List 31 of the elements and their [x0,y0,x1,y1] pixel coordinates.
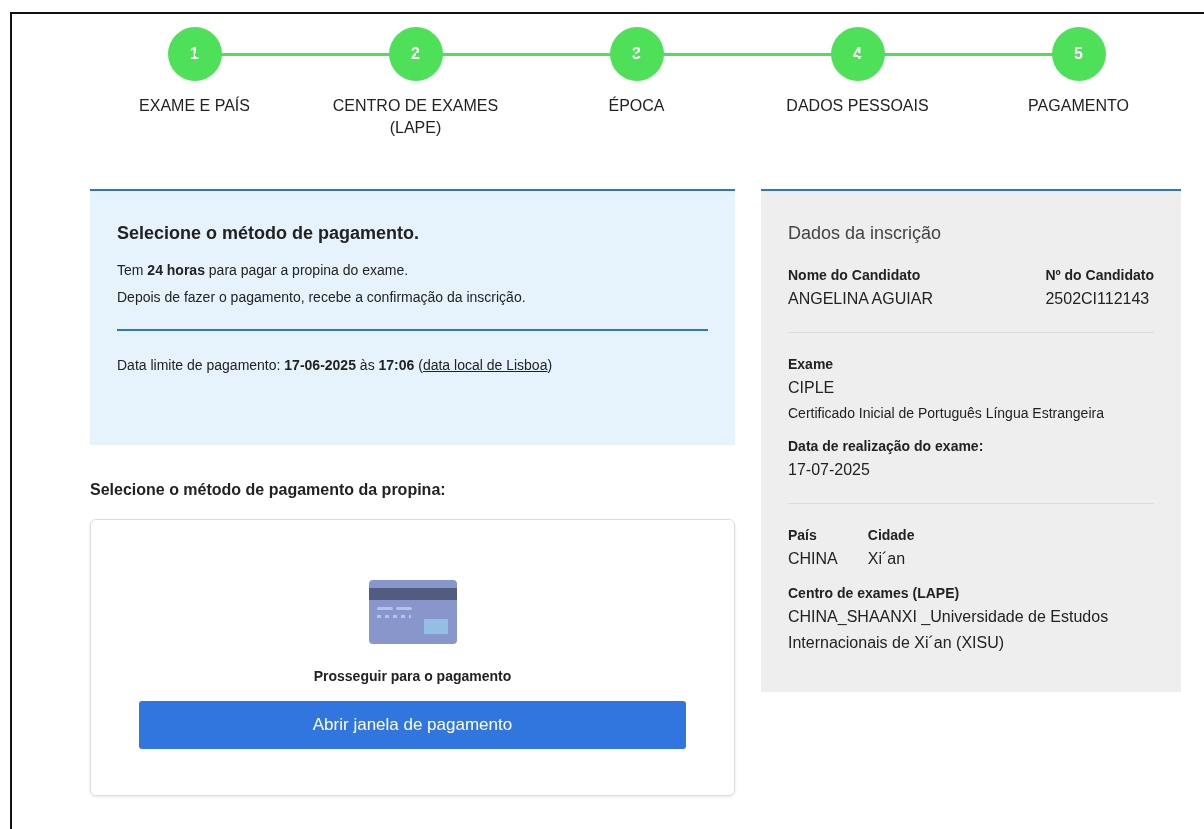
step-number: 5 [1051,27,1106,81]
summary-title: Dados da inscrição [788,223,943,244]
field-note: Certificado Inicial de Português Língua Estrangeira [788,404,1104,423]
field-value: ANGELINA AGUIAR [788,289,933,309]
field-value: 2502CI112143 [1045,289,1151,309]
field-label: Data de realização do exame: [788,437,984,456]
credit-card-icon [368,580,457,644]
field-label: Exame [788,355,835,374]
field-label: País [788,526,818,545]
field-value: Xi´an [867,549,907,569]
field-value: CHINA [788,549,838,569]
field-value: CHINA_SHAANXI _Universidade de Estudos Internacionais de Xi´an (XISU) [788,607,1110,653]
payment-heading: Selecione o método de pagamento da propina: [90,481,447,499]
notice-text: Depois de fazer o pagamento, recebe a confirmação da inscrição. [117,289,527,305]
field-label: Nº do Candidato [1045,266,1154,285]
step-label: PAGAMENTO [1027,96,1130,116]
field-label: Centro de exames (LAPE) [788,584,961,603]
notice-title: Selecione o método de pagamento. [117,223,421,244]
step-label: CENTRO DE EXAMES (LAPE) [331,96,500,138]
step-label: ÉPOCA [607,95,666,116]
notice-text: Tem 24 horas para pagar a propina do exame. [117,262,410,278]
payment-caption: Prosseguir para o pagamento [313,668,512,684]
step-label: EXAME E PAÍS [138,95,251,116]
open-payment-button[interactable]: Abrir janela de pagamento [139,701,686,749]
field-value: CIPLE [788,378,836,398]
step-label: DADOS PESSOAIS [785,96,930,116]
lisbon-time-link[interactable]: data local de Lisboa [422,357,548,373]
field-value: 17-07-2025 [788,460,871,480]
deadline-text: Data limite de pagamento: 17-06-2025 às 17:06 (data local de Lisboa) [117,357,554,373]
field-label: Cidade [867,526,915,545]
field-label: Nome do Candidato [788,266,922,285]
